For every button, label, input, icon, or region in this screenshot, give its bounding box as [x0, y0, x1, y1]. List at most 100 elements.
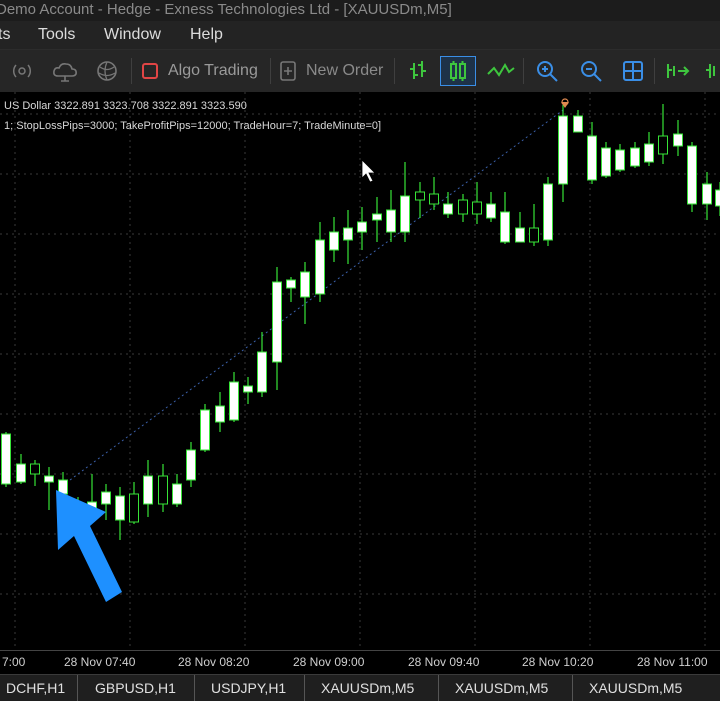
candle-body	[316, 240, 325, 294]
tab-xauusdm-m5[interactable]: XAUUSDm,M5	[311, 675, 439, 701]
toolbar-separator	[394, 58, 395, 84]
candle-body	[516, 228, 525, 242]
candle-body	[373, 214, 382, 220]
candle-body	[159, 476, 168, 504]
tab-xauusdm-m5[interactable]: XAUUSDm,M5	[445, 675, 573, 701]
candle-body	[230, 382, 239, 420]
candle-body	[144, 476, 153, 504]
symbol-tab-bar: DCHF,H1 GBPUSD,H1 USDJPY,H1 XAUUSDm,M5 X…	[0, 674, 720, 701]
time-label: 28 Nov 09:40	[408, 655, 479, 669]
line-chart-icon[interactable]	[484, 56, 518, 86]
candle-body	[330, 232, 339, 250]
candle-body	[459, 200, 468, 214]
time-label: 28 Nov 09:00	[293, 655, 364, 669]
window-titlebar: Demo Account - Hedge - Exness Technologi…	[0, 0, 720, 21]
candlestick-plot	[0, 92, 720, 650]
menu-tools[interactable]: Tools	[38, 25, 75, 45]
candle-body	[487, 204, 496, 218]
candle-body	[444, 204, 453, 214]
candle-body	[544, 184, 553, 240]
candle-body	[2, 434, 11, 484]
candlestick-chart-icon[interactable]	[440, 56, 476, 86]
candle-body	[344, 228, 353, 240]
time-label: 28 Nov 07:40	[64, 655, 135, 669]
zoom-out-icon[interactable]	[576, 56, 606, 86]
candle-body	[473, 202, 482, 214]
candle-body	[45, 476, 54, 482]
candle-body	[273, 282, 282, 362]
mouse-cursor-icon	[362, 160, 375, 182]
autoscroll-icon[interactable]	[662, 56, 696, 86]
tile-windows-icon[interactable]	[618, 56, 648, 86]
cloud-icon[interactable]	[50, 56, 80, 86]
time-label: 28 Nov 08:20	[178, 655, 249, 669]
zoom-in-icon[interactable]	[532, 56, 562, 86]
candle-body	[602, 148, 611, 176]
candle-body	[416, 192, 425, 200]
candle-body	[588, 136, 597, 180]
stop-square-icon	[140, 61, 160, 81]
algo-trading-button[interactable]: Algo Trading	[140, 56, 268, 86]
candle-body	[616, 150, 625, 170]
candle-body	[258, 352, 267, 392]
menu-help[interactable]: Help	[190, 25, 223, 45]
candle-body	[387, 210, 396, 232]
candle-body	[559, 116, 568, 184]
expert-params-line: 1; StopLossPips=3000; TakeProfitPips=120…	[4, 120, 381, 132]
toolbar-separator	[654, 58, 655, 84]
candle-body	[244, 386, 253, 392]
time-axis: 7:00 28 Nov 07:40 28 Nov 08:20 28 Nov 09…	[0, 650, 720, 675]
annotation-arrow-icon	[56, 490, 122, 602]
candle-body	[31, 464, 40, 474]
candle-body	[659, 136, 668, 154]
chart-shift-icon[interactable]	[704, 56, 720, 86]
menu-charts[interactable]: ts	[0, 25, 10, 45]
time-label: 28 Nov 10:20	[522, 655, 593, 669]
candle-body	[201, 410, 210, 450]
menu-window[interactable]: Window	[104, 25, 161, 45]
candle-body	[216, 406, 225, 422]
candle-body	[358, 222, 367, 232]
algo-trading-label: Algo Trading	[168, 62, 258, 80]
new-order-label: New Order	[306, 62, 383, 80]
candle-body	[116, 496, 125, 520]
candle-body	[703, 184, 712, 204]
candle-body	[17, 464, 26, 482]
candle-body	[688, 146, 697, 204]
candle-body	[574, 116, 583, 132]
new-order-icon	[278, 60, 298, 82]
candle-body	[631, 148, 640, 166]
time-label: 28 Nov 11:00	[637, 655, 708, 669]
candle-body	[530, 228, 539, 242]
time-label: 7:00	[2, 655, 25, 669]
candle-body	[173, 484, 182, 504]
candle-body	[301, 272, 310, 297]
tab-usdjpy-h1[interactable]: USDJPY,H1	[201, 675, 305, 701]
candle-body	[287, 280, 296, 288]
candle-body	[674, 134, 683, 146]
candle-body	[130, 494, 139, 522]
toolbar: Algo Trading New Order	[0, 50, 720, 93]
new-order-button[interactable]: New Order	[278, 56, 388, 86]
symbol-quote-line: US Dollar 3322.891 3323.708 3322.891 332…	[4, 100, 247, 112]
candle-body	[501, 212, 510, 242]
toolbar-separator	[523, 58, 524, 84]
tab-dchf-h1[interactable]: DCHF,H1	[0, 675, 78, 701]
bar-chart-icon[interactable]	[403, 56, 433, 86]
signal-icon[interactable]	[8, 56, 36, 86]
price-chart[interactable]: US Dollar 3322.891 3323.708 3322.891 332…	[0, 92, 720, 650]
tab-gbpusd-h1[interactable]: GBPUSD,H1	[85, 675, 195, 701]
candle-body	[401, 196, 410, 232]
candle-body	[187, 450, 196, 480]
network-icon[interactable]	[92, 56, 122, 86]
candle-body	[716, 190, 720, 206]
toolbar-separator	[270, 58, 271, 84]
toolbar-separator	[131, 58, 132, 84]
window-title: Demo Account - Hedge - Exness Technologi…	[0, 0, 452, 20]
tab-xauusdm-m5[interactable]: XAUUSDm,M5	[579, 675, 720, 701]
menu-bar: ts Tools Window Help	[0, 21, 720, 50]
candle-body	[102, 492, 111, 504]
trade-line	[62, 110, 563, 486]
candle-body	[430, 194, 439, 204]
candle-body	[645, 144, 654, 162]
